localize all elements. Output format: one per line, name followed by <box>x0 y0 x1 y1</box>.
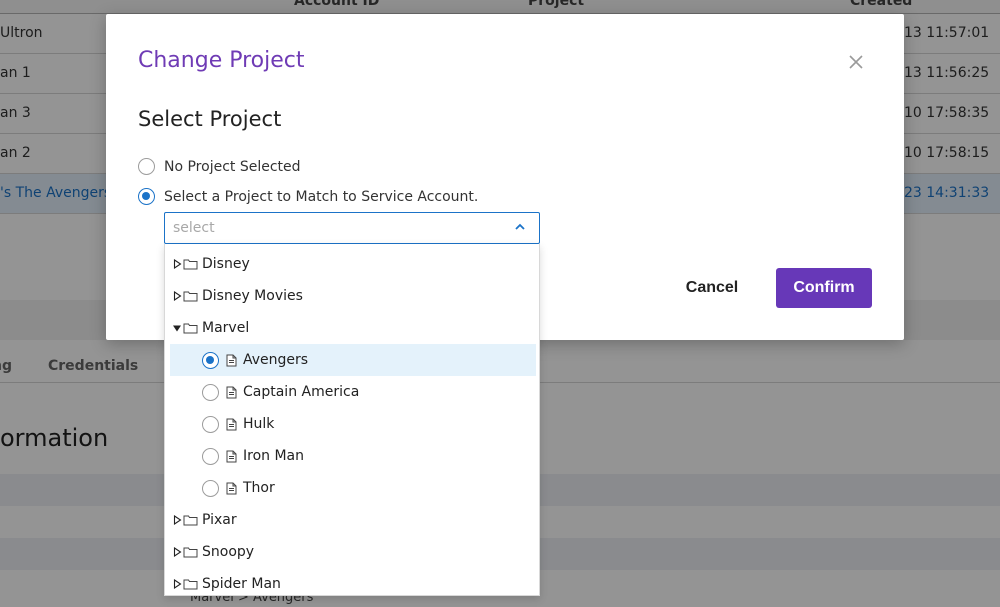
radio-button[interactable] <box>202 479 219 497</box>
tree-label: Thor <box>243 480 275 496</box>
tree-label: Spider Man <box>202 576 281 592</box>
radio-button[interactable] <box>202 383 219 401</box>
tree-folder-disney[interactable]: Disney <box>165 248 539 280</box>
tree-project-iron-man[interactable]: Iron Man <box>165 440 539 472</box>
document-icon <box>226 386 237 398</box>
option-select-project[interactable]: Select a Project to Match to Service Acc… <box>138 188 478 205</box>
tree-label: Snoopy <box>202 544 255 560</box>
document-icon <box>226 482 237 494</box>
tree-label: Disney <box>202 256 250 272</box>
cancel-button[interactable]: Cancel <box>666 268 758 308</box>
folder-icon <box>183 547 198 558</box>
radio-button-checked[interactable] <box>202 351 219 369</box>
section-title: Select Project <box>138 107 282 131</box>
tree-folder-pixar[interactable]: Pixar <box>165 504 539 536</box>
modal-title: Change Project <box>138 48 305 73</box>
chevron-up-icon[interactable] <box>513 222 527 232</box>
caret-right-icon[interactable] <box>171 514 183 526</box>
tree-project-thor[interactable]: Thor <box>165 472 539 504</box>
radio-button[interactable] <box>202 447 219 465</box>
folder-icon <box>183 291 198 302</box>
tree-label: Captain America <box>243 384 360 400</box>
caret-right-icon[interactable] <box>171 546 183 558</box>
confirm-button[interactable]: Confirm <box>776 268 872 308</box>
select-placeholder: select <box>173 220 215 236</box>
project-tree-dropdown[interactable]: Disney Disney Movies Marvel Avengers Cap… <box>164 244 540 596</box>
tree-project-captain-america[interactable]: Captain America <box>165 376 539 408</box>
tree-label: Avengers <box>243 352 309 368</box>
project-select[interactable]: select <box>164 212 540 244</box>
tree-label: Pixar <box>202 512 237 528</box>
tree-label: Iron Man <box>243 448 304 464</box>
tree-folder-spider-man[interactable]: Spider Man <box>165 568 539 595</box>
folder-icon <box>183 579 198 590</box>
document-icon <box>226 354 237 366</box>
close-button[interactable] <box>846 52 866 72</box>
caret-right-icon[interactable] <box>171 258 183 270</box>
radio-button[interactable] <box>202 415 219 433</box>
close-icon <box>849 55 863 69</box>
caret-down-icon[interactable] <box>171 322 183 334</box>
tree-label: Disney Movies <box>202 288 303 304</box>
document-icon <box>226 450 237 462</box>
option-no-project[interactable]: No Project Selected <box>138 158 301 175</box>
option-label: No Project Selected <box>164 158 301 175</box>
caret-right-icon[interactable] <box>171 578 183 590</box>
folder-icon <box>183 323 198 334</box>
document-icon <box>226 418 237 430</box>
option-label: Select a Project to Match to Service Acc… <box>164 188 479 205</box>
tree-project-avengers[interactable]: Avengers <box>170 344 536 376</box>
tree-folder-disney-movies[interactable]: Disney Movies <box>165 280 539 312</box>
radio-button-checked[interactable] <box>138 188 155 205</box>
tree-folder-marvel[interactable]: Marvel <box>165 312 539 344</box>
folder-icon <box>183 259 198 270</box>
folder-icon <box>183 515 198 526</box>
tree-label: Marvel <box>202 320 250 336</box>
radio-button[interactable] <box>138 158 155 175</box>
tree-label: Hulk <box>243 416 275 432</box>
tree-folder-snoopy[interactable]: Snoopy <box>165 536 539 568</box>
caret-right-icon[interactable] <box>171 290 183 302</box>
tree-project-hulk[interactable]: Hulk <box>165 408 539 440</box>
